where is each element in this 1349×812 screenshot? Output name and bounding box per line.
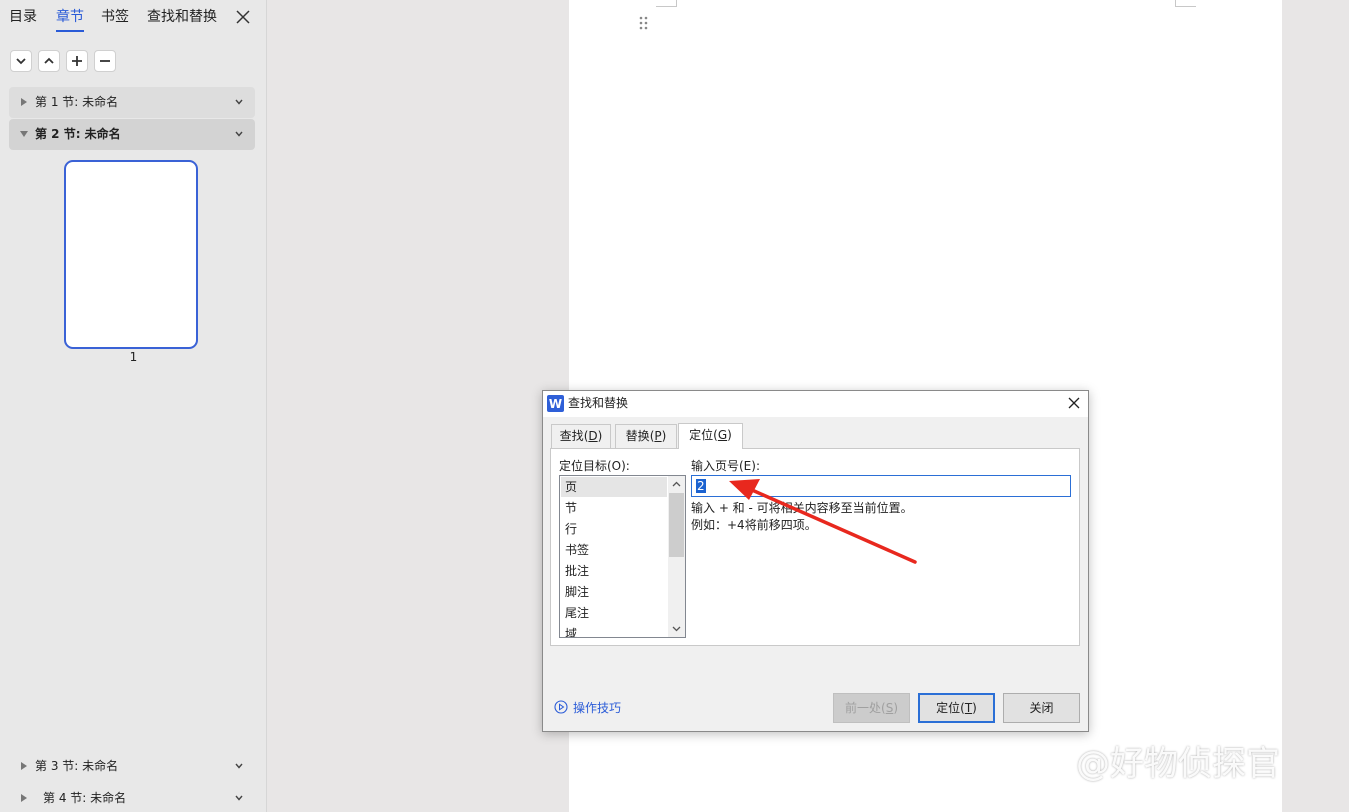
expand-triangle-icon[interactable]: [20, 97, 28, 107]
expand-triangle-icon[interactable]: [20, 793, 28, 803]
chevron-down-icon: [16, 58, 26, 65]
hint-example: 例如：+4将前移四项。: [691, 518, 817, 532]
find-replace-dialog: W 查找和替换 查找(D) 替换(P) 定位(G) 定位目标(O): 页 节 行…: [542, 390, 1089, 732]
goto-panel: 定位目标(O): 页 节 行 书签 批注 脚注 尾注 域 输入页号(E): 2: [550, 448, 1080, 646]
add-section-button[interactable]: [66, 50, 88, 72]
section-label: 第 2 节: 未命名: [35, 127, 121, 141]
scroll-thumb[interactable]: [669, 493, 684, 557]
tips-link[interactable]: 操作技巧: [554, 698, 621, 716]
scroll-up-button[interactable]: [668, 476, 685, 492]
dialog-title: 查找和替换: [568, 396, 629, 410]
previous-button[interactable]: 前一处(S): [833, 693, 910, 723]
list-scrollbar[interactable]: [668, 476, 685, 637]
list-item[interactable]: 批注: [561, 561, 667, 581]
chevron-up-icon: [44, 57, 54, 64]
chevron-down-icon[interactable]: [235, 131, 243, 137]
tab-goto[interactable]: 定位(G): [678, 423, 743, 449]
list-item[interactable]: 脚注: [561, 582, 667, 602]
drag-handle-icon[interactable]: [639, 16, 648, 30]
page-thumbnail[interactable]: [64, 160, 198, 349]
watermark: @好物侦探官: [1076, 744, 1280, 784]
wps-writer-logo-icon: W: [547, 395, 564, 412]
tab-sections[interactable]: 章节: [56, 8, 84, 32]
section-item-4[interactable]: 第 4 节: 未命名: [9, 783, 255, 812]
goto-button[interactable]: 定位(T): [918, 693, 995, 723]
margin-corner-mark: [1175, 0, 1196, 7]
hint-text: 输入 + 和 - 可将相关内容移至当前位置。: [691, 501, 913, 515]
section-label: 第 4 节: 未命名: [43, 791, 127, 805]
play-circle-icon: [554, 700, 568, 714]
goto-target-label: 定位目标(O):: [559, 459, 630, 473]
dialog-titlebar[interactable]: W 查找和替换: [543, 391, 1088, 417]
section-item-2[interactable]: 第 2 节: 未命名: [9, 119, 255, 150]
thumbnail-page-number: 1: [129, 350, 138, 364]
chevron-up-icon: [672, 481, 681, 487]
nav-tabs: 目录 章节 书签 查找和替换: [0, 0, 267, 34]
chevron-down-icon[interactable]: [235, 795, 243, 801]
section-item-3[interactable]: 第 3 节: 未命名: [9, 751, 255, 782]
list-item[interactable]: 节: [561, 498, 667, 518]
tips-label: 操作技巧: [573, 700, 622, 715]
list-item[interactable]: 行: [561, 519, 667, 539]
section-label: 第 1 节: 未命名: [35, 95, 119, 109]
page-number-label: 输入页号(E):: [691, 459, 760, 473]
section-item-1[interactable]: 第 1 节: 未命名: [9, 87, 255, 118]
page-number-input[interactable]: 2: [691, 475, 1071, 497]
tab-bookmarks[interactable]: 书签: [101, 8, 129, 26]
list-item[interactable]: 域: [561, 624, 667, 637]
collapse-triangle-icon[interactable]: [20, 129, 28, 139]
close-button[interactable]: 关闭: [1003, 693, 1080, 723]
plus-icon: [72, 56, 82, 66]
move-up-button[interactable]: [38, 50, 60, 72]
close-icon[interactable]: [234, 8, 252, 26]
tab-replace[interactable]: 替换(P): [615, 424, 677, 448]
list-item[interactable]: 书签: [561, 540, 667, 560]
move-down-button[interactable]: [10, 50, 32, 72]
tab-toc[interactable]: 目录: [9, 8, 37, 26]
minus-icon: [100, 60, 110, 62]
remove-section-button[interactable]: [94, 50, 116, 72]
page-number-value: 2: [696, 479, 706, 493]
tab-find-replace[interactable]: 查找和替换: [147, 8, 217, 26]
list-item[interactable]: 页: [561, 477, 667, 497]
tab-find[interactable]: 查找(D): [551, 424, 611, 448]
chevron-down-icon[interactable]: [235, 763, 243, 769]
chevron-down-icon: [672, 626, 681, 632]
goto-target-list[interactable]: 页 节 行 书签 批注 脚注 尾注 域: [559, 475, 686, 638]
list-item[interactable]: 尾注: [561, 603, 667, 623]
section-label: 第 3 节: 未命名: [35, 759, 119, 773]
close-icon[interactable]: [1066, 395, 1082, 411]
scroll-down-button[interactable]: [668, 621, 685, 637]
margin-corner-mark: [656, 0, 677, 7]
chevron-down-icon[interactable]: [235, 99, 243, 105]
navigation-pane: 目录 章节 书签 查找和替换 第 1 节: 未命名 第 2 节: 未命名 1 第…: [0, 0, 267, 812]
expand-triangle-icon[interactable]: [20, 761, 28, 771]
